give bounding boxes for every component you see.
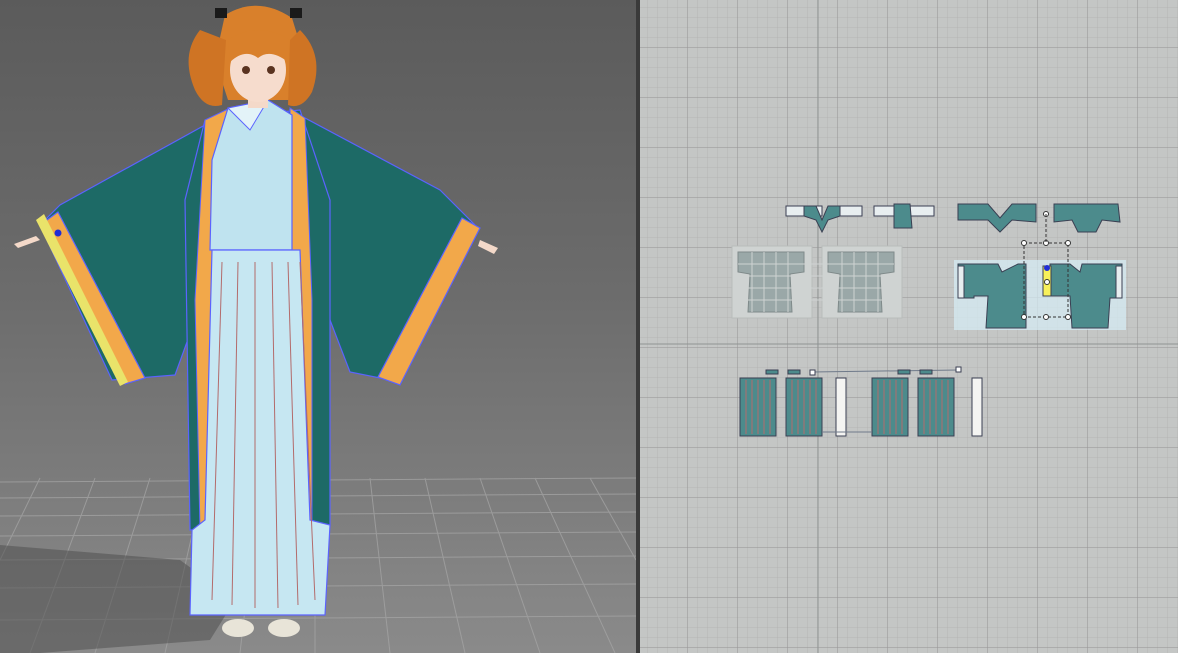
left-hand: [14, 236, 40, 248]
selected-point[interactable]: [54, 229, 62, 237]
pattern-piece-group-top-left[interactable]: [785, 203, 935, 234]
pattern-canvas[interactable]: [640, 0, 1178, 653]
3d-scene[interactable]: [0, 0, 636, 653]
pattern-piece-group-skirt[interactable]: [739, 366, 983, 437]
pin-point-icon[interactable]: [1044, 265, 1050, 271]
right-shoe: [268, 619, 300, 637]
pattern-piece-group-top-right[interactable]: [957, 203, 1121, 233]
3d-viewport[interactable]: [0, 0, 636, 653]
pattern-piece-group-mid-right[interactable]: [954, 211, 1126, 331]
left-sleeve[interactable]: [36, 123, 206, 386]
2d-pattern-viewport[interactable]: [640, 0, 1178, 653]
left-shoe: [222, 619, 254, 637]
pattern-piece-group-mid-left[interactable]: [731, 245, 903, 319]
right-hand: [478, 240, 498, 254]
character-head: [188, 5, 317, 107]
